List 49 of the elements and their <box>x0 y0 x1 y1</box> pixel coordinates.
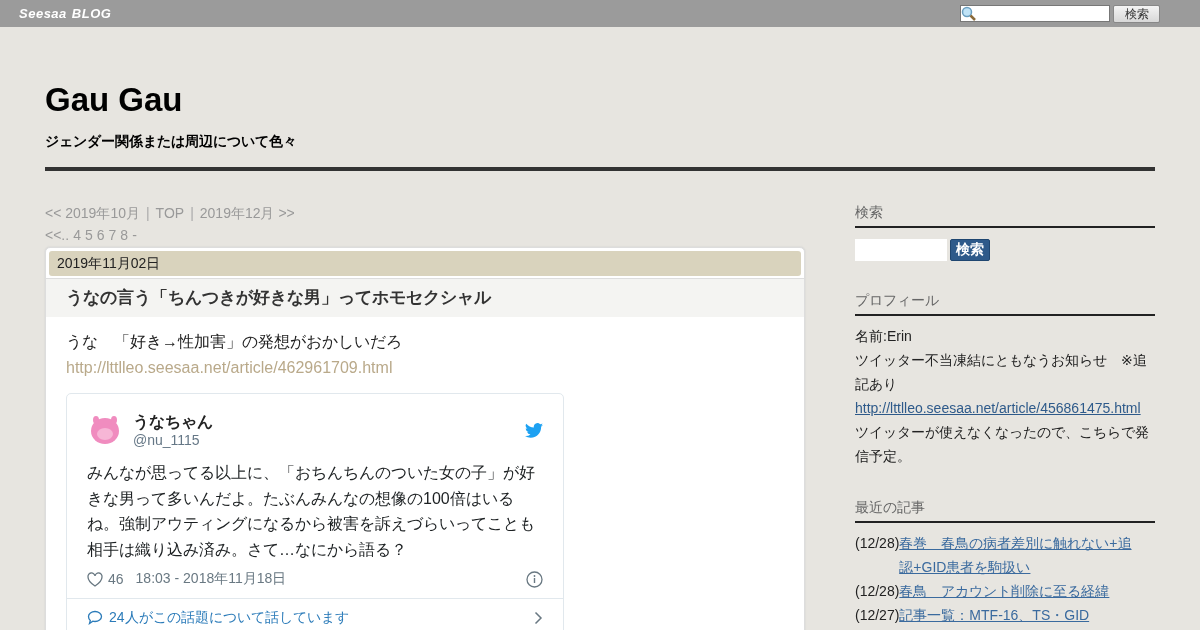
page-link[interactable]: 8 <box>120 224 129 246</box>
speech-bubble-icon <box>87 610 103 625</box>
section-heading: 最近の記事 <box>855 497 1155 523</box>
recent-post: (12/27)記事一覧：MTF-16、TS・GID <box>855 603 1155 627</box>
info-icon[interactable] <box>526 570 543 588</box>
nav-link[interactable]: TOP <box>155 202 185 224</box>
nav-link[interactable]: << 2019年10月 <box>45 202 140 224</box>
profile-text: ツイッター不当凍結にともなうお知らせ ※追記あり <box>855 351 1148 394</box>
profile-text: 名前:Erin <box>855 327 913 346</box>
blog-subtitle: ジェンダー関係または周辺について色々 <box>45 133 298 151</box>
page-link[interactable]: 5 <box>84 224 93 246</box>
section-heading: プロフィール <box>855 290 1155 316</box>
tweet-time[interactable]: 18:03 - 2018年11月18日 <box>135 570 287 588</box>
post-link[interactable]: 春鳥 アカウント削除に至る経緯 <box>899 579 1110 603</box>
nav-separator: | <box>189 204 195 223</box>
recent-post: (12/28)春鳥 アカウント削除に至る経緯 <box>855 579 1155 603</box>
blog-title[interactable]: Gau Gau <box>45 81 1155 119</box>
logo-text[interactable]: Seesaa <box>19 6 67 21</box>
profile-text: ツイッターが使えなくなったので、こちらで発信予定。 <box>855 423 1150 466</box>
nav-link[interactable]: 2019年12月 >> <box>199 202 295 224</box>
like-count: 46 <box>108 571 124 587</box>
page-link[interactable]: 4 <box>73 224 81 246</box>
search-field[interactable] <box>960 5 1110 22</box>
post-link[interactable]: 春巻 春鳥の病者差別に触れない+追認+GID患者を駒扱い <box>899 531 1146 579</box>
logo-text[interactable]: BLOG <box>71 6 112 21</box>
search-icon <box>961 5 977 22</box>
chevron-right-icon <box>534 610 543 625</box>
recent-post: (12/28)春巻 春鳥の病者差別に触れない+追認+GID患者を駒扱い <box>855 531 1155 579</box>
tweet-author[interactable]: うなちゃん <box>133 412 515 432</box>
article-date: 2019年11月02日 <box>49 251 801 276</box>
heart-icon[interactable] <box>87 571 103 587</box>
page-link[interactable]: - <box>132 224 137 246</box>
profile-link[interactable]: http://lttlleo.seesaa.net/article/456861475.html <box>855 400 1141 416</box>
tweet-text: みんなが思ってる以上に、「おちんちんのついた女の子」が好きな男って多いんだよ。たぶんみんなの想像の100倍はいるね。強制アウティングになるから被害を訴えづらいってことも相手は織り込み済み。さて…なにから語る？ <box>86 463 536 560</box>
article-title[interactable]: うなの言う「ちんつきが好きな男」ってホモセクシャル <box>46 278 804 317</box>
page-link[interactable]: 6 <box>96 224 105 246</box>
article-link[interactable]: http://lttlleo.seesaa.net/article/462961709.html <box>66 359 393 376</box>
nav-separator: | <box>144 204 151 223</box>
article-text: うな 「好き→性加害」の発想がおかしいだろ <box>66 332 403 352</box>
tweet-handle[interactable]: @nu_1115 <box>133 432 515 448</box>
section-heading: 検索 <box>855 202 1155 228</box>
replies-link[interactable]: 24人がこの話題について話しています <box>67 598 563 630</box>
post-link[interactable]: 記事一覧：MTF-16、TS・GID <box>899 603 1090 627</box>
search-field[interactable] <box>855 239 947 261</box>
bird-icon[interactable] <box>525 422 543 438</box>
search-button[interactable]: 検索 <box>950 239 990 261</box>
search-button[interactable]: 検索 <box>1113 4 1160 23</box>
page-link[interactable]: <<.. <box>45 224 70 246</box>
page-link[interactable]: 7 <box>108 224 117 246</box>
